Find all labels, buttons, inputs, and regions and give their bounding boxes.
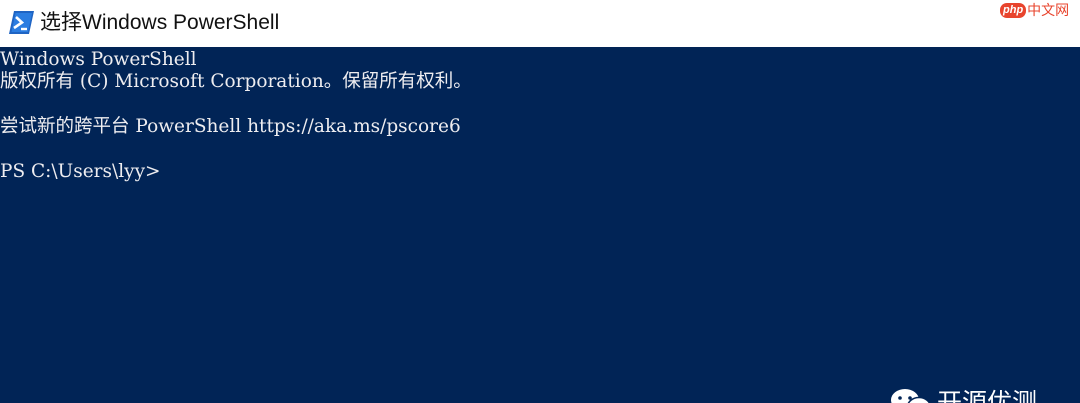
console-line-hint: 尝试新的跨平台 PowerShell https://aka.ms/pscore… xyxy=(0,116,461,137)
php-site-logo: php 中文网 xyxy=(1000,1,1076,23)
console-line-product: Windows PowerShell xyxy=(0,49,197,70)
console-prompt[interactable]: PS C:\Users\lyy> xyxy=(0,161,161,183)
php-logo-mark: php xyxy=(1000,2,1027,18)
wechat-icon xyxy=(891,389,931,403)
title-bar[interactable]: 选择Windows PowerShell php 中文网 xyxy=(0,0,1080,47)
window-title: 选择Windows PowerShell xyxy=(40,11,280,34)
watermark-text: 开源优测 xyxy=(937,389,1038,403)
php-logo-text: 中文网 xyxy=(1027,2,1070,18)
console-line-copyright: 版权所有 (C) Microsoft Corporation。保留所有权利。 xyxy=(0,71,472,92)
console-output[interactable]: Windows PowerShell 版权所有 (C) Microsoft Co… xyxy=(0,47,1080,403)
powershell-icon xyxy=(9,11,34,34)
powershell-window: 选择Windows PowerShell php 中文网 Windows Powe… xyxy=(0,0,1080,403)
